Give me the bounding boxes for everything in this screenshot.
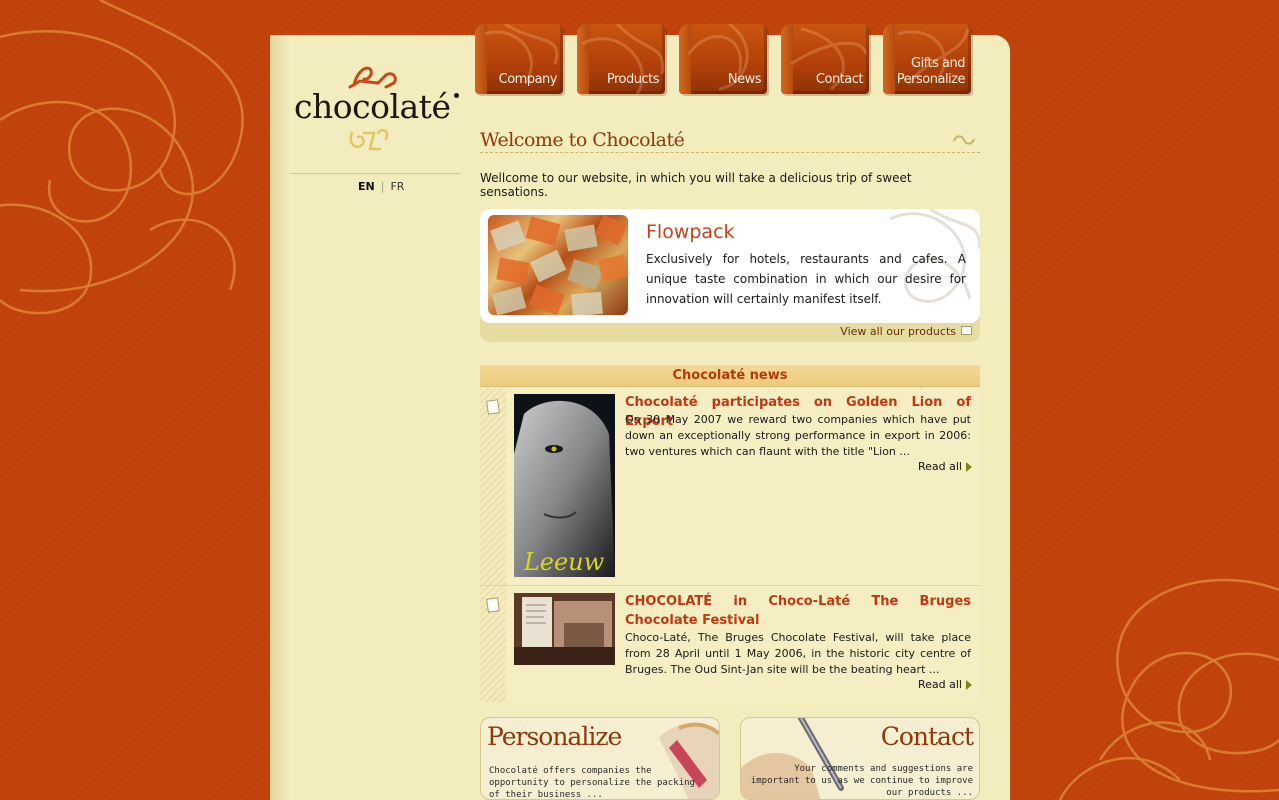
nav-tab-company[interactable]: Company	[475, 24, 563, 94]
nav-tab-label: Contact	[815, 72, 864, 87]
intro-text: Wellcome to our website, in which you wi…	[480, 171, 912, 199]
document-icon	[486, 399, 500, 415]
decorative-swirl-right	[1058, 578, 1279, 800]
flowpack-product-image[interactable]	[488, 215, 628, 315]
lang-fr-link[interactable]: FR	[390, 180, 404, 193]
page-title: Welcome to Chocolaté	[480, 129, 685, 151]
nav-tab-gifts-personalize[interactable]: Gifts and Personalize	[883, 24, 971, 94]
thumb-caption: Leeuw	[523, 548, 605, 576]
news-title-link[interactable]: CHOCOLATÉ in Choco-Laté The Bruges Choco…	[625, 592, 971, 630]
arrow-right-icon[interactable]	[966, 462, 972, 472]
contact-text: Your comments and suggestions are import…	[750, 764, 973, 798]
news-gutter	[480, 388, 506, 585]
flowpack-description: Exclusively for hotels, restaurants and …	[646, 252, 966, 306]
decorative-swirl-left	[0, 0, 244, 315]
news-heading: Chocolaté news	[480, 365, 980, 387]
news-thumbnail[interactable]: Leeuw	[514, 394, 615, 577]
sidebar-divider	[290, 173, 460, 174]
logo-dot	[454, 93, 459, 98]
lang-separator: |	[380, 180, 385, 193]
news-excerpt: On 30 May 2007 we reward two companies w…	[625, 413, 971, 458]
nav-tab-news[interactable]: News	[679, 24, 767, 94]
logo[interactable]: chocolaté	[294, 57, 464, 157]
nav-tab-label: News	[727, 72, 762, 87]
nav-tab-label: Company	[498, 72, 558, 87]
nav-tab-contact[interactable]: Contact	[781, 24, 869, 94]
title-divider	[480, 152, 980, 153]
view-all-products-link[interactable]: View all our products	[840, 325, 956, 338]
personalize-text: Chocolaté offers companies the opportuni…	[489, 766, 695, 800]
logo-wordmark: chocolaté	[294, 87, 451, 126]
contact-promo[interactable]: Contact Your comments and suggestions ar…	[740, 717, 980, 800]
flowpack-card: Flowpack Exclusively for hotels, restaur…	[480, 209, 980, 323]
news-thumbnail[interactable]	[514, 593, 615, 665]
nav-tab-label: Products	[606, 72, 660, 87]
lang-en-link[interactable]: EN	[358, 180, 375, 193]
book-icon[interactable]	[961, 326, 972, 335]
ornament-icon	[953, 135, 975, 145]
personalize-title: Personalize	[487, 722, 622, 751]
news-item: CHOCOLATÉ in Choco-Laté The Bruges Choco…	[480, 586, 980, 702]
news-item: Leeuw Chocolaté participates on Golden L…	[480, 388, 980, 585]
nav-tab-products[interactable]: Products	[577, 24, 665, 94]
personalize-promo[interactable]: Personalize Chocolaté offers companies t…	[480, 717, 720, 800]
nav-tab-label: Gifts and Personalize	[896, 56, 966, 87]
read-all-link[interactable]: Read all	[918, 678, 962, 691]
sidebar: chocolaté EN | FR	[270, 35, 470, 800]
arrow-right-icon[interactable]	[966, 680, 972, 690]
flowpack-feature: Flowpack Exclusively for hotels, restaur…	[480, 209, 980, 342]
contact-title: Contact	[880, 722, 974, 751]
language-switcher: EN | FR	[355, 180, 407, 193]
read-all-link[interactable]: Read all	[918, 460, 962, 473]
document-icon	[486, 597, 500, 613]
news-excerpt: Choco-Laté, The Bruges Chocolate Festiva…	[625, 631, 971, 676]
flowpack-title[interactable]: Flowpack	[646, 221, 735, 243]
